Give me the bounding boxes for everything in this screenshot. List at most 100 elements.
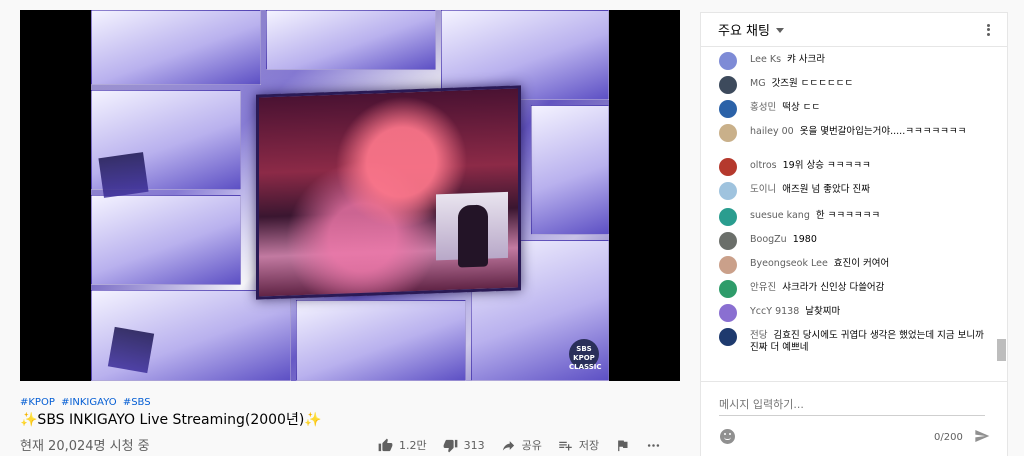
chat-message[interactable]: 홍성민 떡상 ㄷㄷ <box>701 97 997 121</box>
chat-author[interactable]: 전당 <box>750 330 767 341</box>
chat-message-text: 캬 사크라 <box>787 54 825 65</box>
live-chat-panel: 주요 채팅 Lee Ks 캬 사크라 MG 갓즈원 ㄷㄷㄷㄷㄷㄷ 홍성민 떡상 ㄷㄷ hai… <box>700 12 1008 456</box>
like-button[interactable]: 1.2만 <box>378 437 427 453</box>
avatar[interactable] <box>719 124 737 142</box>
share-icon <box>502 440 514 450</box>
chat-author[interactable]: oltros <box>750 160 777 171</box>
char-counter: 0/200 <box>934 432 963 443</box>
video-tile <box>296 300 466 381</box>
more-horizontal-icon <box>648 443 660 447</box>
thumbs-up-icon <box>378 438 393 451</box>
report-button[interactable] <box>615 438 630 453</box>
stage-performer <box>458 204 488 268</box>
like-count: 1.2만 <box>399 439 427 452</box>
chat-message[interactable]: 안유진 샤크라가 신인상 다쓸어감 <box>701 277 997 301</box>
more-vertical-icon <box>986 23 990 27</box>
avatar[interactable] <box>719 232 737 250</box>
chat-message-text: 샤크라가 신인상 다쓸어감 <box>782 282 885 293</box>
chat-message[interactable]: BoogZu 1980 <box>701 229 997 253</box>
chevron-down-icon <box>775 28 784 33</box>
avatar[interactable] <box>719 304 737 322</box>
more-actions-button[interactable] <box>646 438 661 453</box>
avatar[interactable] <box>719 76 737 94</box>
chat-message-content: YccY 9138 날찾찌마 <box>750 301 840 318</box>
video-actions: 1.2만 313 공유 저장 <box>378 435 677 455</box>
chat-message-content: Lee Ks 캬 사크라 <box>750 49 825 66</box>
youtube-live-page: SBS KPOP CLASSIC #KPOP #INKIGAYO #SBS ✨S… <box>0 0 1024 456</box>
chat-message-text: 1980 <box>792 234 817 245</box>
chat-header: 주요 채팅 <box>701 13 1007 47</box>
chat-author[interactable]: hailey 00 <box>750 126 794 137</box>
chat-message-text: 효진이 커여어 <box>833 258 890 269</box>
avatar[interactable] <box>719 158 737 176</box>
save-button[interactable]: 저장 <box>558 437 599 453</box>
chat-author[interactable]: BoogZu <box>750 234 787 245</box>
chat-message[interactable]: 전당 김효진 당시에도 귀엽다 생각은 했었는데 지금 보니까 진짜 더 예쁘네 <box>701 325 997 357</box>
chat-message[interactable]: MG 갓즈원 ㄷㄷㄷㄷㄷㄷ <box>701 73 997 97</box>
chat-message[interactable]: hailey 00 옷을 몇번갈아입는거야.....ㅋㅋㅋㅋㅋㅋㅋ <box>701 121 997 155</box>
chat-author[interactable]: Byeongseok Lee <box>750 258 828 269</box>
chat-message-content: oltros 19위 상승 ㅋㅋㅋㅋㅋ <box>750 155 871 172</box>
hashtag-link[interactable]: #SBS <box>123 397 151 408</box>
chat-message-content: 도이니 애즈원 넘 좋았다 진짜 <box>750 179 870 196</box>
chat-author[interactable]: Lee Ks <box>750 54 781 65</box>
chat-mode-dropdown[interactable]: 주요 채팅 <box>718 20 784 39</box>
chat-message[interactable]: Byeongseok Lee 효진이 커여어 <box>701 253 997 277</box>
chat-message-input[interactable] <box>719 398 985 416</box>
chat-message-text: 옷을 몇번갈아입는거야.....ㅋㅋㅋㅋㅋㅋㅋ <box>799 126 967 137</box>
video-frame: SBS KPOP CLASSIC <box>91 10 609 381</box>
channel-watermark: SBS KPOP CLASSIC <box>569 339 602 371</box>
chat-message-content: suesue kang 한 ㅋㅋㅋㅋㅋㅋ <box>750 205 880 222</box>
send-icon <box>975 430 990 442</box>
flag-icon <box>618 440 628 451</box>
chat-author[interactable]: MG <box>750 78 766 89</box>
thumbs-down-icon <box>443 439 457 452</box>
dislike-count: 313 <box>463 438 485 452</box>
scrollbar-thumb[interactable] <box>997 339 1006 361</box>
video-title: ✨SBS INKIGAYO Live Streaming(2000년)✨ <box>20 412 322 428</box>
video-shadow <box>98 152 149 198</box>
share-label: 공유 <box>521 439 542 452</box>
chat-message-content: 안유진 샤크라가 신인상 다쓸어감 <box>750 277 884 294</box>
video-stage-screen <box>256 85 521 300</box>
chat-menu-button[interactable] <box>981 23 995 37</box>
hashtag-link[interactable]: #KPOP <box>20 397 55 408</box>
chat-message-text: 한 ㅋㅋㅋㅋㅋㅋ <box>815 210 881 221</box>
avatar[interactable] <box>719 182 737 200</box>
chat-author[interactable]: 홍성민 <box>750 102 776 113</box>
chat-message-content: hailey 00 옷을 몇번갈아입는거야.....ㅋㅋㅋㅋㅋㅋㅋ <box>750 121 966 138</box>
avatar[interactable] <box>719 280 737 298</box>
chat-message-text: 날찾찌마 <box>805 306 841 317</box>
send-button[interactable] <box>973 428 991 444</box>
emoji-icon[interactable] <box>720 429 735 444</box>
playlist-add-icon <box>559 441 572 450</box>
video-player[interactable]: SBS KPOP CLASSIC <box>20 10 680 381</box>
chat-author[interactable]: 안유진 <box>750 282 776 293</box>
avatar[interactable] <box>719 328 737 346</box>
chat-input-area: 0/200 <box>701 381 1007 456</box>
chat-message-text: 애즈원 넘 좋았다 진짜 <box>782 184 870 195</box>
chat-message[interactable]: suesue kang 한 ㅋㅋㅋㅋㅋㅋ <box>701 205 997 229</box>
avatar[interactable] <box>719 208 737 226</box>
avatar[interactable] <box>719 256 737 274</box>
chat-message[interactable]: oltros 19위 상승 ㅋㅋㅋㅋㅋ <box>701 155 997 179</box>
avatar[interactable] <box>719 100 737 118</box>
avatar[interactable] <box>719 52 737 70</box>
chat-message-content: 홍성민 떡상 ㄷㄷ <box>750 97 820 114</box>
chat-message-content: MG 갓즈원 ㄷㄷㄷㄷㄷㄷ <box>750 73 853 90</box>
chat-message[interactable]: YccY 9138 날찾찌마 <box>701 301 997 325</box>
chat-message-content: Byeongseok Lee 효진이 커여어 <box>750 253 889 270</box>
chat-author[interactable]: suesue kang <box>750 210 810 221</box>
chat-message[interactable]: 도이니 애즈원 넘 좋았다 진짜 <box>701 179 997 205</box>
video-tile <box>91 10 261 85</box>
share-button[interactable]: 공유 <box>501 437 542 453</box>
hashtag-link[interactable]: #INKIGAYO <box>61 397 117 408</box>
dislike-button[interactable]: 313 <box>443 438 485 453</box>
chat-author[interactable]: 도이니 <box>750 184 776 195</box>
video-tile <box>91 195 241 285</box>
chat-scrollbar[interactable] <box>997 49 1006 369</box>
chat-author[interactable]: YccY 9138 <box>750 306 799 317</box>
chat-message-list: Lee Ks 캬 사크라 MG 갓즈원 ㄷㄷㄷㄷㄷㄷ 홍성민 떡상 ㄷㄷ hailey 00… <box>701 49 997 369</box>
chat-message[interactable]: Lee Ks 캬 사크라 <box>701 49 997 73</box>
video-tile <box>266 10 436 70</box>
